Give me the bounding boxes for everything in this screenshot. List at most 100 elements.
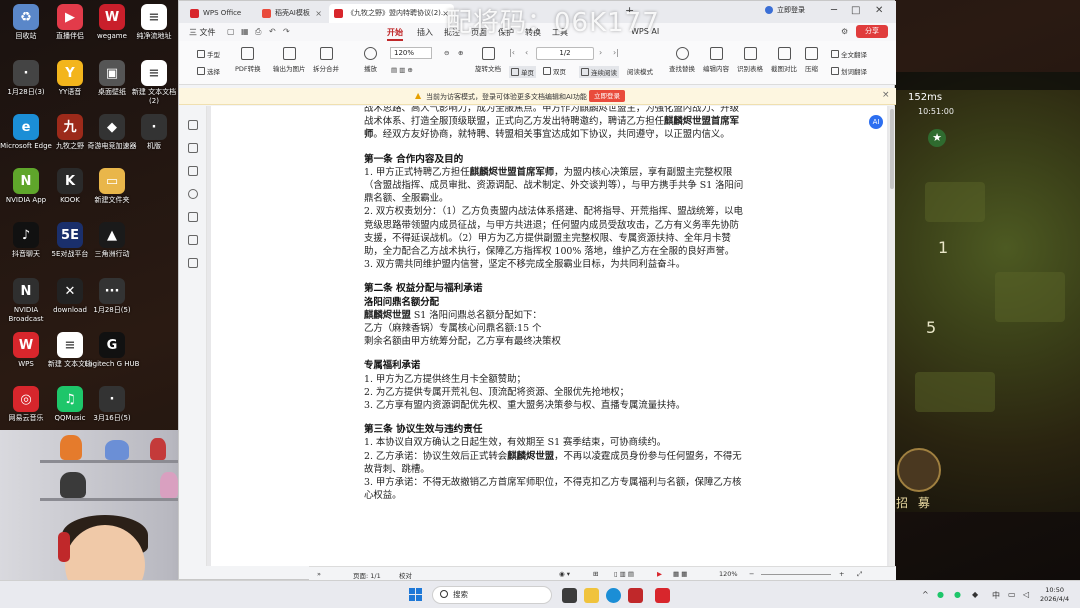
close-window-icon[interactable]: ✕ xyxy=(875,5,883,16)
read-mode-button[interactable]: 阅读模式 xyxy=(627,66,653,76)
menu-home[interactable]: 开始 xyxy=(387,27,403,41)
zoom-select[interactable]: 120% xyxy=(390,47,432,59)
tab-docer-ai[interactable]: 稻壳AI模板 × xyxy=(257,4,327,23)
minimize-icon[interactable]: ─ xyxy=(831,5,837,16)
redo-icon[interactable]: ↷ xyxy=(283,27,290,36)
file-explorer-icon[interactable] xyxy=(584,588,599,603)
hand-tool-button[interactable]: 手型 xyxy=(197,49,220,59)
save-icon[interactable]: ▦ xyxy=(241,27,249,36)
maximize-icon[interactable]: □ xyxy=(851,5,860,16)
eye-protect-icon[interactable]: ◉ ▾ xyxy=(559,570,570,578)
fullscreen-icon[interactable]: ⊞ xyxy=(593,570,598,578)
desktop-icon[interactable]: ▭ 新建文件夹 xyxy=(84,168,140,205)
taskbar-search[interactable]: 搜索 xyxy=(432,586,552,604)
tray-app-icon[interactable]: ● xyxy=(954,590,961,599)
first-page-icon[interactable]: |‹ xyxy=(509,48,515,57)
menu-insert[interactable]: 插入 xyxy=(417,27,433,38)
proofread-button[interactable]: 校对 xyxy=(399,570,412,580)
zoom-slider[interactable] xyxy=(761,574,831,575)
desktop-icon[interactable]: G Logitech G HUB xyxy=(84,332,140,369)
settings-icon[interactable]: ⚙ xyxy=(841,27,848,36)
windows-start-icon[interactable] xyxy=(409,588,423,602)
desktop-icon[interactable]: · 机版 xyxy=(126,114,182,151)
edge-icon[interactable] xyxy=(606,588,621,603)
close-icon[interactable]: × xyxy=(315,4,322,23)
article-1-title: 第一条 合作内容及目的 xyxy=(364,153,464,165)
select-tool-button[interactable]: 选择 xyxy=(197,66,220,76)
export-image-button[interactable]: 输出为图片 xyxy=(273,47,306,73)
view-icons[interactable]: ▤ ▥ ⊕ xyxy=(391,66,413,74)
notice-login-button[interactable]: 立即登录 xyxy=(589,90,625,102)
share-button[interactable]: 分享 xyxy=(856,25,888,38)
ocr-table-button[interactable]: 识别表格 xyxy=(737,47,763,73)
zoom-out-icon[interactable]: ⊖ xyxy=(444,49,449,57)
undo-icon[interactable]: ↶ xyxy=(269,27,276,36)
split-merge-button[interactable]: 拆分合并 xyxy=(313,47,339,73)
zoom-in-icon[interactable]: + xyxy=(839,570,844,578)
read-mode-icons[interactable]: ▦ ▦ xyxy=(673,570,687,578)
desktop-icon[interactable]: ▲ 三角洲行动 xyxy=(84,222,140,259)
single-page-button[interactable]: 单页 xyxy=(509,66,536,78)
comment-icon[interactable] xyxy=(188,189,198,199)
clock[interactable]: 10:50 2026/4/4 xyxy=(1040,586,1069,604)
wps-taskbar-icon[interactable] xyxy=(655,588,670,603)
new-icon[interactable]: ▢ xyxy=(227,27,235,36)
layers-icon[interactable] xyxy=(188,258,198,268)
recruit-button[interactable]: 招 募 xyxy=(896,494,933,511)
attachment-icon[interactable] xyxy=(188,212,198,222)
tab-wps-office[interactable]: WPS Office xyxy=(185,4,253,23)
play-button[interactable]: 播放 xyxy=(364,47,377,73)
print-icon[interactable]: ⎙ xyxy=(255,27,261,37)
prev-page-icon[interactable]: ‹ xyxy=(525,48,528,57)
scrollbar-thumb[interactable] xyxy=(890,109,894,189)
clock-time: 10:50 xyxy=(1045,586,1064,594)
network-icon[interactable]: ▭ xyxy=(1008,590,1016,599)
desktop-icon[interactable]: ≡ 新建 文本文档 (2) xyxy=(126,60,182,106)
game-window[interactable] xyxy=(895,72,1080,512)
page-view-icons[interactable]: ▯ ▥ ▤ xyxy=(614,570,634,578)
menu-file[interactable]: 三 文件 xyxy=(189,27,216,38)
thumbnail-icon[interactable] xyxy=(188,166,198,176)
edit-content-button[interactable]: 编辑内容 xyxy=(703,47,729,73)
fit-width-icon[interactable]: ⤢ xyxy=(857,570,862,579)
general-portrait-icon[interactable] xyxy=(897,448,941,492)
desktop-icon[interactable]: ≡ 纯净流地址 xyxy=(126,4,182,41)
toggle-sidebar-icon[interactable]: » xyxy=(317,570,321,578)
compress-button[interactable]: 压缩 xyxy=(805,47,818,73)
wps-window[interactable]: WPS Office 稻壳AI模板 × 《九牧之野》盟内特聘协议(2)... ×… xyxy=(178,0,896,580)
volume-icon[interactable]: ◁ xyxy=(1023,590,1029,599)
desktop-icon[interactable]: ··· 1月28日(5) xyxy=(84,278,140,315)
outline-icon[interactable] xyxy=(188,120,198,130)
tab-document[interactable]: 《九牧之野》盟内特聘协议(2)... × xyxy=(329,4,454,23)
tray-app-icon[interactable]: ◆ xyxy=(972,590,978,599)
last-page-icon[interactable]: ›| xyxy=(613,48,619,57)
task-view-icon[interactable] xyxy=(562,588,577,603)
screenshot-compare-button[interactable]: 截图对比 xyxy=(771,47,797,73)
play-mode-icon[interactable]: ▶ xyxy=(657,570,662,578)
zoom-in-icon[interactable]: ⊕ xyxy=(458,49,463,57)
word-translate-button[interactable]: 划词翻译 xyxy=(831,66,867,76)
document-viewport[interactable]: 战术思路、高人气影响力，成为全服焦点。甲方作为麒麟烬世盟主，为强化盟内战力、升级… xyxy=(207,106,893,566)
game-app-icon[interactable] xyxy=(628,588,643,603)
desktop-icon[interactable]: · 3月16日(5) xyxy=(84,386,140,423)
login-link[interactable]: 立即登录 xyxy=(777,5,805,15)
wechat-tray-icon[interactable]: ● xyxy=(937,590,944,599)
pdf-convert-button[interactable]: PDF转换 xyxy=(235,47,261,73)
ime-lang[interactable]: 中 xyxy=(992,590,1000,601)
rotate-button[interactable]: 旋转文档 xyxy=(475,47,501,73)
find-replace-button[interactable]: 查找替换 xyxy=(669,47,695,73)
bookmark-icon[interactable] xyxy=(188,143,198,153)
zoom-out-icon[interactable]: − xyxy=(749,570,754,578)
full-translate-button[interactable]: 全文翻译 xyxy=(831,49,867,59)
star-icon[interactable]: ★ xyxy=(928,129,946,147)
next-page-icon[interactable]: › xyxy=(599,48,602,57)
signature-icon[interactable] xyxy=(188,235,198,245)
zoom-level[interactable]: 120% xyxy=(719,570,738,578)
close-icon[interactable]: × xyxy=(882,90,890,100)
word-translate-label: 划词翻译 xyxy=(841,68,867,76)
ai-assistant-icon[interactable]: AI xyxy=(869,115,883,129)
page-number-input[interactable]: 1/2 xyxy=(536,47,594,60)
continuous-read-button[interactable]: 连续阅读 xyxy=(579,66,619,78)
tray-expand-icon[interactable]: ^ xyxy=(922,590,929,599)
double-page-button[interactable]: 双页 xyxy=(543,66,566,76)
